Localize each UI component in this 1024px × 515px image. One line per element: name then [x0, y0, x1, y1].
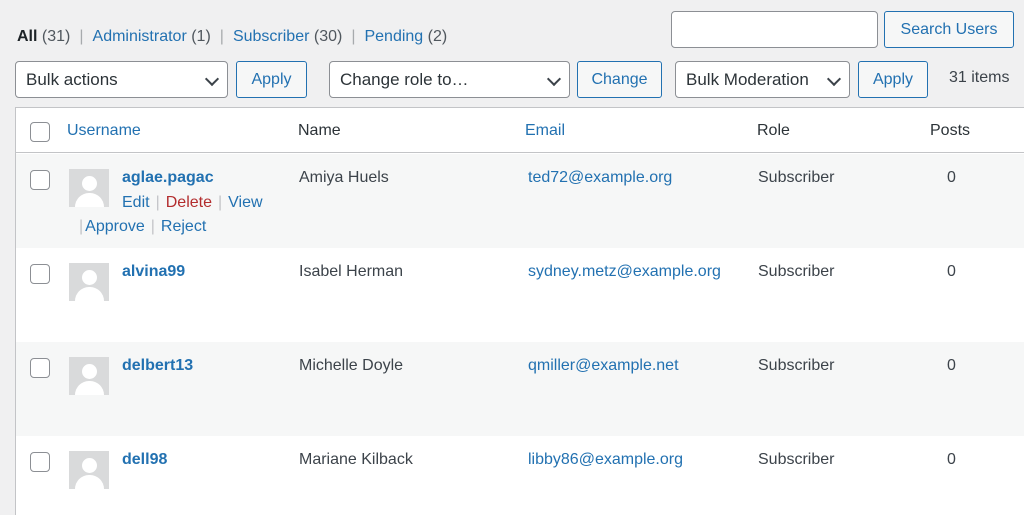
- row-actions-primary: Edit | Delete | View: [122, 194, 263, 212]
- user-email-link[interactable]: sydney.metz@example.org: [528, 263, 721, 281]
- action-separator: |: [150, 218, 155, 235]
- username-link[interactable]: alvina99: [122, 263, 185, 281]
- bulk-moderation-value: Bulk Moderation: [686, 69, 809, 89]
- user-email-link[interactable]: libby86@example.org: [528, 451, 683, 469]
- avatar: [69, 169, 109, 207]
- filter-subscriber[interactable]: Subscriber (30): [233, 28, 342, 45]
- avatar: [69, 263, 109, 301]
- filter-administrator[interactable]: Administrator (1): [93, 28, 211, 45]
- edit-link[interactable]: Edit: [122, 194, 150, 211]
- user-posts: 0: [947, 169, 956, 186]
- filter-all-count: (31): [41, 28, 71, 45]
- filter-pending-label: Pending: [364, 28, 424, 45]
- user-name: Amiya Huels: [299, 169, 389, 186]
- user-email-link[interactable]: ted72@example.org: [528, 169, 672, 187]
- user-role: Subscriber: [758, 263, 835, 280]
- filter-pending-count: (2): [427, 28, 448, 45]
- avatar: [69, 357, 109, 395]
- filter-administrator-count: (1): [191, 28, 211, 45]
- username-link[interactable]: delbert13: [122, 357, 193, 375]
- chevron-down-icon: [546, 71, 562, 87]
- filter-all-label: All: [17, 28, 38, 45]
- table-header: Username Name Email Role Posts: [16, 108, 1024, 153]
- user-role-filters: All (31) | Administrator (1) | Subscriber (3…: [17, 28, 447, 46]
- bulk-actions-select[interactable]: Bulk actions: [15, 61, 228, 98]
- filter-separator: |: [219, 28, 224, 45]
- row-actions-moderation: | Approve | Reject: [79, 218, 206, 236]
- table-row: alvina99 Isabel Herman sydney.metz@examp…: [16, 248, 1024, 342]
- change-role-value: Change role to…: [340, 69, 469, 89]
- user-posts: 0: [947, 357, 956, 374]
- search-users-button[interactable]: Search Users: [884, 11, 1014, 48]
- avatar: [69, 451, 109, 489]
- user-posts: 0: [947, 263, 956, 280]
- action-separator: |: [155, 194, 160, 211]
- column-role: Role: [757, 122, 790, 139]
- items-count: 31 items: [949, 69, 1010, 86]
- user-name: Mariane Kilback: [299, 451, 413, 468]
- bulk-moderation-select[interactable]: Bulk Moderation: [675, 61, 850, 98]
- row-checkbox[interactable]: [30, 452, 50, 472]
- bulk-apply-button[interactable]: Apply: [236, 61, 307, 98]
- username-link[interactable]: aglae.pagac: [122, 169, 214, 187]
- user-search-input[interactable]: [671, 11, 878, 48]
- change-role-button[interactable]: Change: [577, 61, 662, 98]
- filter-administrator-label: Administrator: [92, 28, 187, 45]
- user-role: Subscriber: [758, 357, 835, 374]
- user-email-link[interactable]: qmiller@example.net: [528, 357, 679, 375]
- filter-pending[interactable]: Pending (2): [364, 28, 447, 45]
- column-username[interactable]: Username: [67, 122, 141, 140]
- column-posts: Posts: [930, 122, 971, 139]
- table-row: dell98 Mariane Kilback libby86@example.o…: [16, 436, 1024, 515]
- bulk-actions-value: Bulk actions: [26, 69, 118, 89]
- row-checkbox[interactable]: [30, 170, 50, 190]
- filter-separator: |: [79, 28, 84, 45]
- user-name: Isabel Herman: [299, 263, 404, 280]
- action-separator: |: [79, 218, 84, 235]
- filter-all[interactable]: All (31): [17, 28, 70, 45]
- select-all-checkbox[interactable]: [30, 122, 50, 142]
- approve-link[interactable]: Approve: [85, 218, 145, 235]
- column-name: Name: [298, 122, 341, 139]
- delete-link[interactable]: Delete: [166, 194, 212, 211]
- view-link[interactable]: View: [228, 194, 262, 211]
- reject-link[interactable]: Reject: [161, 218, 206, 235]
- action-separator: |: [217, 194, 223, 211]
- column-email[interactable]: Email: [525, 122, 565, 140]
- filter-subscriber-count: (30): [313, 28, 343, 45]
- chevron-down-icon: [204, 71, 220, 87]
- filter-separator: |: [351, 28, 356, 45]
- user-posts: 0: [947, 451, 956, 468]
- change-role-select[interactable]: Change role to…: [329, 61, 570, 98]
- filter-subscriber-label: Subscriber: [232, 28, 310, 45]
- users-table: Username Name Email Role Posts aglae.pag…: [15, 107, 1024, 515]
- row-checkbox[interactable]: [30, 358, 50, 378]
- table-row: delbert13 Michelle Doyle qmiller@example…: [16, 342, 1024, 436]
- row-checkbox[interactable]: [30, 264, 50, 284]
- username-link[interactable]: dell98: [122, 451, 167, 469]
- moderation-apply-button[interactable]: Apply: [858, 61, 928, 98]
- user-name: Michelle Doyle: [299, 357, 404, 374]
- user-role: Subscriber: [758, 169, 835, 186]
- user-role: Subscriber: [758, 451, 835, 468]
- table-row: aglae.pagac Amiya Huels ted72@example.or…: [16, 154, 1024, 248]
- chevron-down-icon: [826, 71, 842, 87]
